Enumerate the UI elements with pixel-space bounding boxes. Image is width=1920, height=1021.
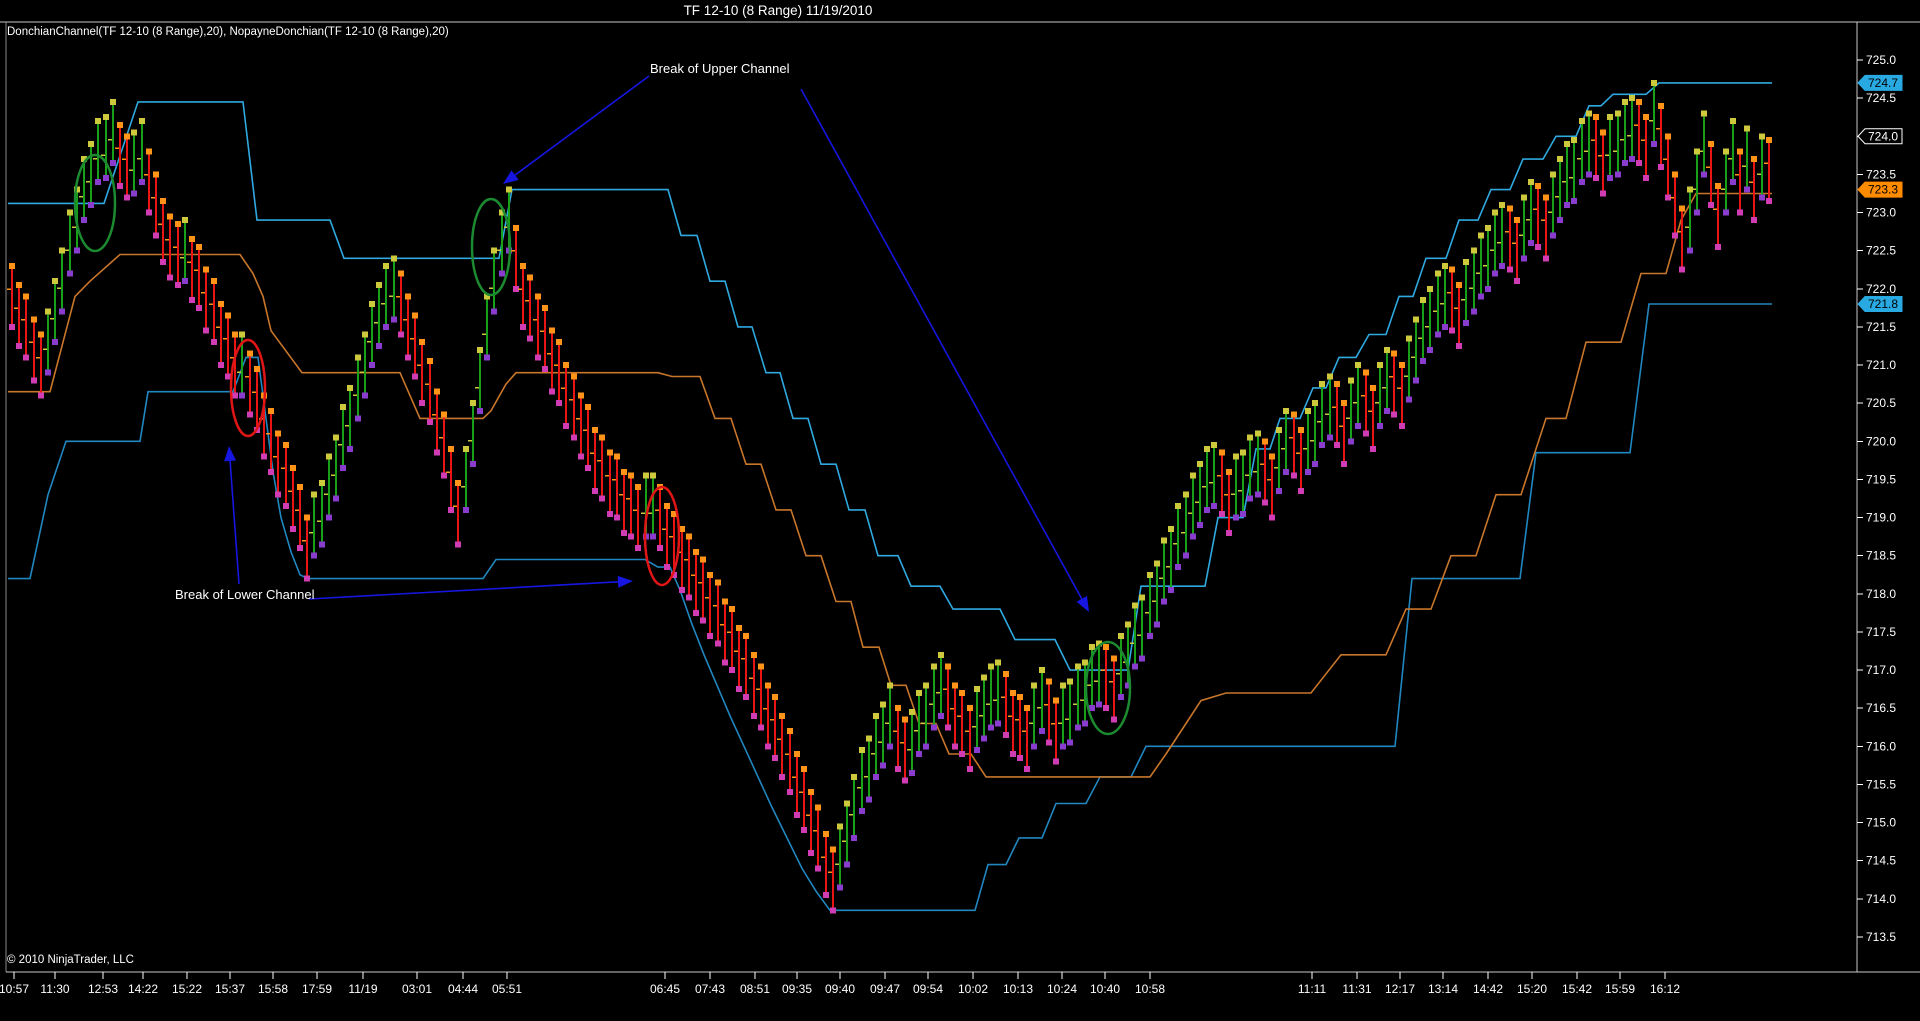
price-tick-label: 717.5 <box>1866 625 1896 639</box>
time-tick-label: 15:42 <box>1562 982 1592 996</box>
time-tick-label: 15:20 <box>1517 982 1547 996</box>
price-tag-value: 721.8 <box>1868 297 1898 311</box>
annotation-arrow-head <box>617 575 633 588</box>
annotation-arrow-head <box>1076 595 1089 612</box>
price-tick-label: 725.0 <box>1866 53 1896 67</box>
time-tick-label: 04:44 <box>448 982 478 996</box>
price-tick-label: 718.0 <box>1866 587 1896 601</box>
time-tick-label: 15:59 <box>1605 982 1635 996</box>
price-tick-label: 723.0 <box>1866 206 1896 220</box>
price-tick-label: 722.5 <box>1866 244 1896 258</box>
annotation-arrow-line <box>800 88 1083 600</box>
price-tag-value: 724.0 <box>1868 129 1898 143</box>
annotation-arrow-line <box>514 75 650 176</box>
price-tick-label: 718.5 <box>1866 549 1896 563</box>
time-tick-label: 08:51 <box>740 982 770 996</box>
price-tick-label: 714.5 <box>1866 854 1896 868</box>
price-tick-label: 719.5 <box>1866 472 1896 486</box>
upper-donchian-channel-line <box>8 82 1772 671</box>
time-tick-label: 10:24 <box>1047 982 1077 996</box>
annotation-break-lower-channel: Break of Lower Channel <box>175 587 315 602</box>
price-tick-label: 715.0 <box>1866 816 1896 830</box>
time-tick-label: 05:51 <box>492 982 522 996</box>
annotation-arrow-head <box>503 170 519 184</box>
time-tick-label: 15:37 <box>215 982 245 996</box>
price-tick-label: 713.5 <box>1866 930 1896 944</box>
price-tick-label: 714.0 <box>1866 892 1896 906</box>
time-tick-label: 10:58 <box>1135 982 1165 996</box>
time-tick-label: 11:11 <box>1298 982 1327 996</box>
copyright-label: © 2010 NinjaTrader, LLC <box>7 954 134 966</box>
lower-donchian-channel-line <box>8 303 1772 912</box>
price-bars <box>7 79 1772 914</box>
time-tick-label: 11:31 <box>1342 982 1371 996</box>
price-tick-label: 721.5 <box>1866 320 1896 334</box>
time-tick-label: 10:40 <box>1090 982 1120 996</box>
price-tick-label: 716.5 <box>1866 701 1896 715</box>
price-tick-label: 715.5 <box>1866 777 1896 791</box>
time-tick-label: 09:35 <box>782 982 812 996</box>
time-tick-label: 13:14 <box>1428 982 1458 996</box>
annotation-arrow-line <box>308 581 619 600</box>
time-tick-label: 15:22 <box>172 982 202 996</box>
price-tick-label: 719.0 <box>1866 511 1896 525</box>
time-tick-label: 12:53 <box>88 982 118 996</box>
price-tick-label: 720.0 <box>1866 434 1896 448</box>
price-tick-label: 721.0 <box>1866 358 1896 372</box>
time-tick-label: 10:57 <box>0 982 29 996</box>
time-tick-label: 14:42 <box>1473 982 1503 996</box>
price-tick-label: 724.5 <box>1866 91 1896 105</box>
time-tick-label: 03:01 <box>402 982 432 996</box>
price-tick-label: 720.5 <box>1866 396 1896 410</box>
time-tick-label: 10:13 <box>1003 982 1033 996</box>
time-tick-label: 07:43 <box>695 982 725 996</box>
annotation-arrow-line <box>229 460 240 585</box>
time-tick-label: 10:02 <box>958 982 988 996</box>
annotation-arrow-head <box>224 446 237 462</box>
time-tick-label: 11/19 <box>348 982 377 996</box>
price-tick-label: 723.5 <box>1866 167 1896 181</box>
time-tick-label: 09:40 <box>825 982 855 996</box>
annotation-break-upper-channel: Break of Upper Channel <box>650 61 790 76</box>
chart-svg: 725.0 724.5 724.0 723.5 723.0 722.5 722.0 721.5… <box>0 21 1920 996</box>
time-tick-label: 16:12 <box>1650 982 1680 996</box>
time-tick-label: 06:45 <box>650 982 680 996</box>
time-tick-label: 09:47 <box>870 982 900 996</box>
price-tick-label: 716.0 <box>1866 739 1896 753</box>
time-tick-label: 15:58 <box>258 982 288 996</box>
price-tag-value: 724.7 <box>1868 76 1898 90</box>
time-tick-label: 14:22 <box>128 982 158 996</box>
price-tick-label: 722.0 <box>1866 282 1896 296</box>
price-tag-value: 723.3 <box>1868 183 1898 197</box>
price-tick-label: 717.0 <box>1866 663 1896 677</box>
time-tick-label: 17:59 <box>302 982 332 996</box>
time-tick-label: 09:54 <box>913 982 943 996</box>
time-tick-label: 12:17 <box>1385 982 1415 996</box>
ninjatrader-chart-window: TF 12-10 (8 Range) 11/19/2010 725.0 724.5… <box>0 0 1920 1021</box>
green-break-ellipse <box>470 197 512 297</box>
indicator-label: DonchianChannel(TF 12-10 (8 Range),20), … <box>7 26 449 38</box>
time-tick-label: 11:30 <box>40 982 69 996</box>
